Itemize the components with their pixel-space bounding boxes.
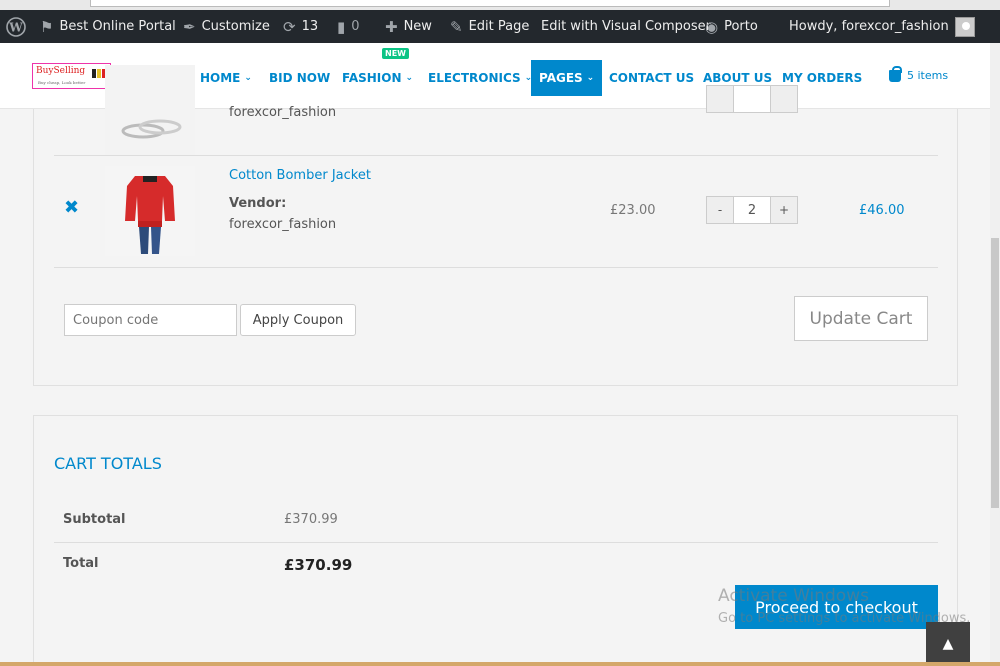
cart-count: 5 items — [907, 69, 949, 82]
nav-electronics[interactable]: ELECTRONICS ⌄ — [428, 63, 532, 93]
wordpress-logo-icon[interactable]: W — [6, 10, 26, 43]
browser-chrome — [0, 0, 1000, 10]
new-badge: NEW — [382, 48, 409, 59]
nav-pages[interactable]: PAGES ⌄ — [531, 60, 603, 96]
product-name-link[interactable]: Cotton Bomber Jacket — [229, 168, 371, 183]
updates-icon: ⟳ — [283, 17, 296, 36]
vendor-name: forexcor_fashion — [229, 217, 337, 232]
total-label: Total — [63, 556, 99, 571]
qty-minus-button[interactable]: - — [706, 196, 734, 224]
pencil-icon: ✎ — [450, 17, 463, 36]
visual-composer-label: Edit with Visual Composer — [541, 19, 711, 34]
comments-link[interactable]: ▮ 0 — [337, 10, 360, 43]
vendor-label: Vendor: — [229, 196, 287, 211]
plus-icon: ✚ — [385, 17, 398, 36]
quantity-stepper[interactable]: - 2 + — [706, 196, 798, 224]
qty-minus-button[interactable] — [706, 85, 734, 113]
qty-value[interactable] — [734, 85, 770, 113]
subtotal-value: £370.99 — [284, 512, 338, 527]
chevron-down-icon: ⌄ — [405, 73, 414, 83]
unit-price: £23.00 — [610, 203, 656, 218]
chevron-down-icon: ⌄ — [244, 73, 252, 83]
table-row: forexcor_fashion — [54, 65, 938, 156]
user-greeting: Howdy, forexcor_fashion — [789, 19, 949, 34]
edit-page-label: Edit Page — [468, 19, 530, 34]
coupon-code-input[interactable] — [64, 304, 237, 336]
total-value: £370.99 — [284, 556, 353, 574]
total-row: Total £370.99 — [54, 542, 938, 586]
nav-bid-now[interactable]: BID NOW — [269, 63, 330, 93]
nav-home[interactable]: HOME ⌄ — [200, 63, 252, 93]
proceed-to-checkout-button[interactable]: Proceed to checkout — [735, 585, 938, 629]
nav-home-label: HOME — [200, 71, 241, 85]
theme-label: Porto — [724, 19, 758, 34]
home-icon: ⚑ — [40, 17, 54, 36]
nav-orders-label: MY ORDERS — [782, 71, 863, 85]
nav-about-label: ABOUT US — [703, 71, 773, 85]
site-name: Best Online Portal — [59, 19, 176, 34]
mini-cart[interactable]: 5 items — [889, 65, 949, 82]
comments-count: 0 — [351, 19, 360, 34]
product-thumbnail[interactable] — [105, 65, 195, 155]
vendor-name: forexcor_fashion — [229, 105, 337, 120]
avatar — [954, 16, 975, 37]
shopping-bag-icon — [889, 65, 902, 82]
nav-pages-label: PAGES — [539, 71, 583, 85]
comment-icon: ▮ — [337, 17, 346, 36]
nav-contact[interactable]: CONTACT US — [609, 63, 694, 93]
chevron-up-icon: ▲ — [942, 636, 954, 652]
site-name-link[interactable]: ⚑ Best Online Portal — [40, 10, 176, 43]
customize-link[interactable]: ✒ Customize — [183, 10, 270, 43]
customize-label: Customize — [201, 19, 270, 34]
theme-link[interactable]: ◉ Porto — [705, 10, 758, 43]
chevron-down-icon: ⌄ — [586, 73, 595, 83]
nav-contact-label: CONTACT US — [609, 71, 695, 85]
line-subtotal: £46.00 — [859, 203, 905, 218]
theme-icon: ◉ — [705, 17, 719, 36]
qty-value[interactable]: 2 — [734, 196, 770, 224]
scroll-to-top-button[interactable]: ▲ — [926, 622, 970, 666]
os-taskbar — [0, 662, 1000, 666]
apply-coupon-button[interactable]: Apply Coupon — [240, 304, 356, 336]
updates-count: 13 — [301, 19, 319, 34]
subtotal-row: Subtotal £370.99 — [54, 499, 938, 543]
subtotal-label: Subtotal — [63, 512, 126, 527]
updates-link[interactable]: ⟳ 13 — [283, 10, 318, 43]
qty-plus-button[interactable] — [770, 85, 798, 113]
nav-electronics-label: ELECTRONICS — [428, 71, 521, 85]
product-thumbnail[interactable] — [105, 166, 195, 256]
quantity-stepper[interactable] — [706, 85, 798, 113]
page-scrollbar[interactable] — [990, 43, 1000, 666]
cart-totals-heading: CART TOTALS — [54, 454, 162, 473]
remove-item-icon[interactable]: ✖ — [64, 197, 79, 218]
new-content-link[interactable]: ✚ New — [385, 10, 432, 43]
nav-fashion-label: FASHION — [342, 71, 402, 85]
svg-text:W: W — [8, 20, 23, 34]
nav-fashion[interactable]: NEW FASHION ⌄ — [342, 48, 414, 93]
cart-totals: CART TOTALS Subtotal £370.99 Total £370.… — [33, 415, 958, 666]
edit-page-link[interactable]: ✎ Edit Page — [450, 10, 529, 43]
paintbrush-icon: ✒ — [183, 17, 196, 36]
new-label: New — [403, 19, 432, 34]
wp-admin-bar: W ⚑ Best Online Portal ✒ Customize ⟳ 13 … — [0, 10, 1000, 43]
address-bar[interactable] — [90, 0, 890, 7]
table-row: ✖ Cotton Bomber Jacket Vendor: forexcor_… — [54, 156, 938, 268]
nav-bid-now-label: BID NOW — [269, 71, 331, 85]
visual-composer-link[interactable]: Edit with Visual Composer — [541, 10, 711, 43]
cart-table: forexcor_fashion ✖ Cotton Bomber Jacket … — [33, 65, 958, 386]
update-cart-button[interactable]: Update Cart — [794, 296, 928, 341]
qty-plus-button[interactable]: + — [770, 196, 798, 224]
scrollbar-thumb[interactable] — [991, 238, 999, 508]
account-menu[interactable]: Howdy, forexcor_fashion — [789, 10, 975, 43]
